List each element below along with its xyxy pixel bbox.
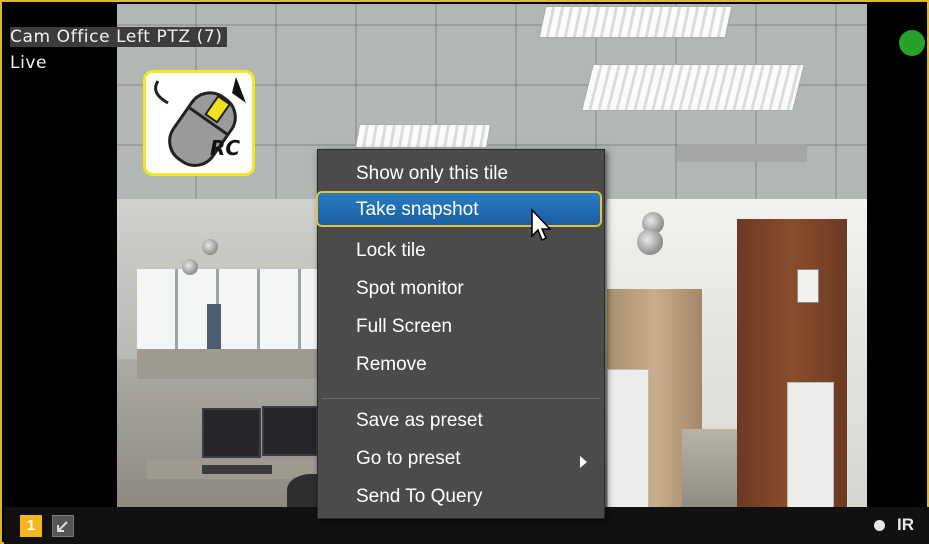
support-post [787,382,834,507]
connection-status-indicator [899,30,925,56]
remote-control-badge[interactable]: RC [143,70,255,176]
menu-separator [322,398,600,399]
tile-number-badge[interactable]: 1 [20,515,42,537]
mouse-cursor-icon [531,208,552,242]
record-indicator-icon [874,520,885,531]
menu-item-lock-tile[interactable]: Lock tile [318,233,604,269]
dome-camera [182,259,198,275]
person [207,304,221,349]
ceiling-vent [677,144,807,162]
menu-item-full-screen[interactable]: Full Screen [318,309,604,345]
camera-title: Cam Office Left PTZ (7) [10,26,227,48]
menu-item-remove[interactable]: Remove [318,347,604,383]
camera-tile[interactable]: Cam Office Left PTZ (7) Live RC 1 IR Sho… [0,0,929,544]
menu-item-take-snapshot[interactable]: Take snapshot [316,191,602,227]
tile-context-menu: Show only this tile Take snapshot Lock t… [316,149,605,519]
menu-item-go-to-preset[interactable]: Go to preset [318,441,604,477]
menu-item-save-as-preset[interactable]: Save as preset [318,403,604,439]
dome-camera [637,229,663,255]
ceiling-light [354,124,492,148]
expand-tile-button[interactable] [52,515,74,537]
rc-mouse-icon: RC [154,77,246,167]
rc-badge-text: RC [210,136,240,160]
door-sign [797,269,819,303]
computer-monitor [262,406,318,456]
menu-item-send-to-query[interactable]: Send To Query [318,479,604,515]
camera-title-text: Cam Office Left PTZ (7) [10,27,227,47]
keyboard [202,465,272,474]
ceiling-light [538,6,733,38]
submenu-arrow-icon [580,456,587,468]
menu-item-show-only-this-tile[interactable]: Show only this tile [318,156,604,192]
menu-item-spot-monitor[interactable]: Spot monitor [318,271,604,307]
camera-mode-label: Live [10,53,48,73]
office-window [137,269,317,349]
counter [137,349,322,379]
ir-indicator[interactable]: IR [897,515,914,535]
ceiling-light [581,64,805,111]
dome-camera [202,239,218,255]
support-post [607,369,649,507]
expand-icon [57,521,68,532]
computer-monitor [202,408,261,458]
